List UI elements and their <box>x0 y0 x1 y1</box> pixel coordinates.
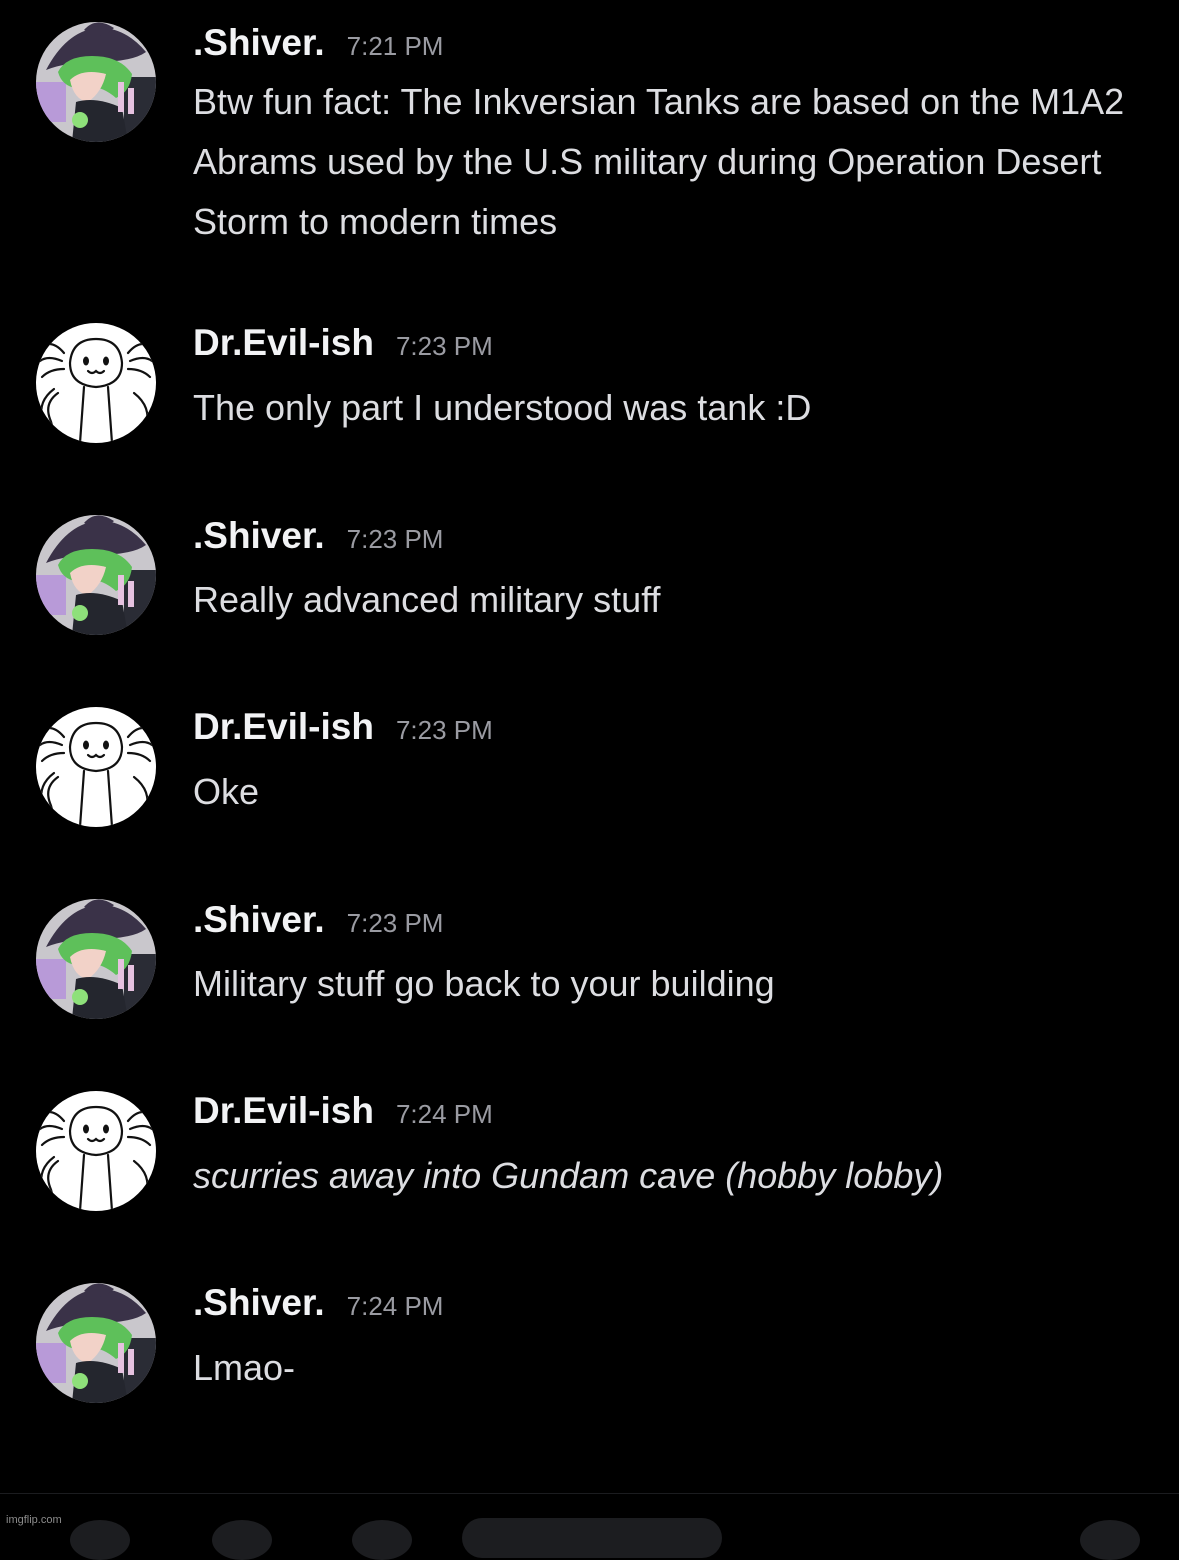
message-timestamp: 7:23 PM <box>346 524 444 554</box>
message-timestamp: 7:23 PM <box>395 331 493 361</box>
message-header: .Shiver. 7:23 PM <box>193 515 443 565</box>
author-name[interactable]: Dr.Evil-ish <box>193 322 374 363</box>
message-text: scurries away into Gundam cave (hobby lo… <box>193 1155 944 1196</box>
axolotl-sketch-avatar-icon[interactable] <box>36 1091 156 1211</box>
author-name[interactable]: Dr.Evil-ish <box>193 706 374 747</box>
message-header: .Shiver. 7:23 PM <box>193 899 443 949</box>
purple-witch-character-avatar-icon[interactable] <box>36 1283 156 1403</box>
author-name[interactable]: .Shiver. <box>193 1282 325 1323</box>
axolotl-sketch-avatar-icon[interactable] <box>36 323 156 443</box>
toolbar-button-3[interactable] <box>352 1520 412 1560</box>
author-name[interactable]: .Shiver. <box>193 22 325 63</box>
message-timestamp: 7:21 PM <box>346 31 444 61</box>
toolbar-button-2[interactable] <box>212 1520 272 1560</box>
message-header: Dr.Evil-ish 7:23 PM <box>193 322 493 372</box>
toolbar-button-1[interactable] <box>70 1520 130 1560</box>
message-timestamp: 7:23 PM <box>395 715 493 745</box>
message-text: Really advanced military stuff <box>193 579 661 620</box>
watermark-text: imgflip.com <box>6 1514 62 1526</box>
purple-witch-character-avatar-icon[interactable] <box>36 515 156 635</box>
message-text: Btw fun fact: The Inkversian Tanks are b… <box>193 81 1125 242</box>
bottom-toolbar <box>0 1493 1179 1560</box>
chat-message-list[interactable]: .Shiver. 7:21 PM Btw fun fact: The Inkver… <box>0 0 1179 1490</box>
axolotl-sketch-avatar-icon[interactable] <box>36 707 156 827</box>
message-input[interactable] <box>462 1518 722 1558</box>
message-header: Dr.Evil-ish 7:23 PM <box>193 706 493 756</box>
message-header: .Shiver. 7:21 PM <box>193 22 443 72</box>
message-text: The only part I understood was tank :D <box>193 387 812 428</box>
message-text: Military stuff go back to your building <box>193 963 775 1004</box>
message-header: Dr.Evil-ish 7:24 PM <box>193 1090 493 1140</box>
message-header: .Shiver. 7:24 PM <box>193 1282 443 1332</box>
toolbar-button-4[interactable] <box>1080 1520 1140 1560</box>
author-name[interactable]: .Shiver. <box>193 899 325 940</box>
message-timestamp: 7:24 PM <box>346 1291 444 1321</box>
message-text: Oke <box>193 771 260 812</box>
purple-witch-character-avatar-icon[interactable] <box>36 899 156 1019</box>
message-timestamp: 7:23 PM <box>346 908 444 938</box>
purple-witch-character-avatar-icon[interactable] <box>36 22 156 142</box>
message-text: Lmao- <box>193 1347 296 1388</box>
author-name[interactable]: Dr.Evil-ish <box>193 1090 374 1131</box>
message-timestamp: 7:24 PM <box>395 1099 493 1129</box>
author-name[interactable]: .Shiver. <box>193 515 325 556</box>
